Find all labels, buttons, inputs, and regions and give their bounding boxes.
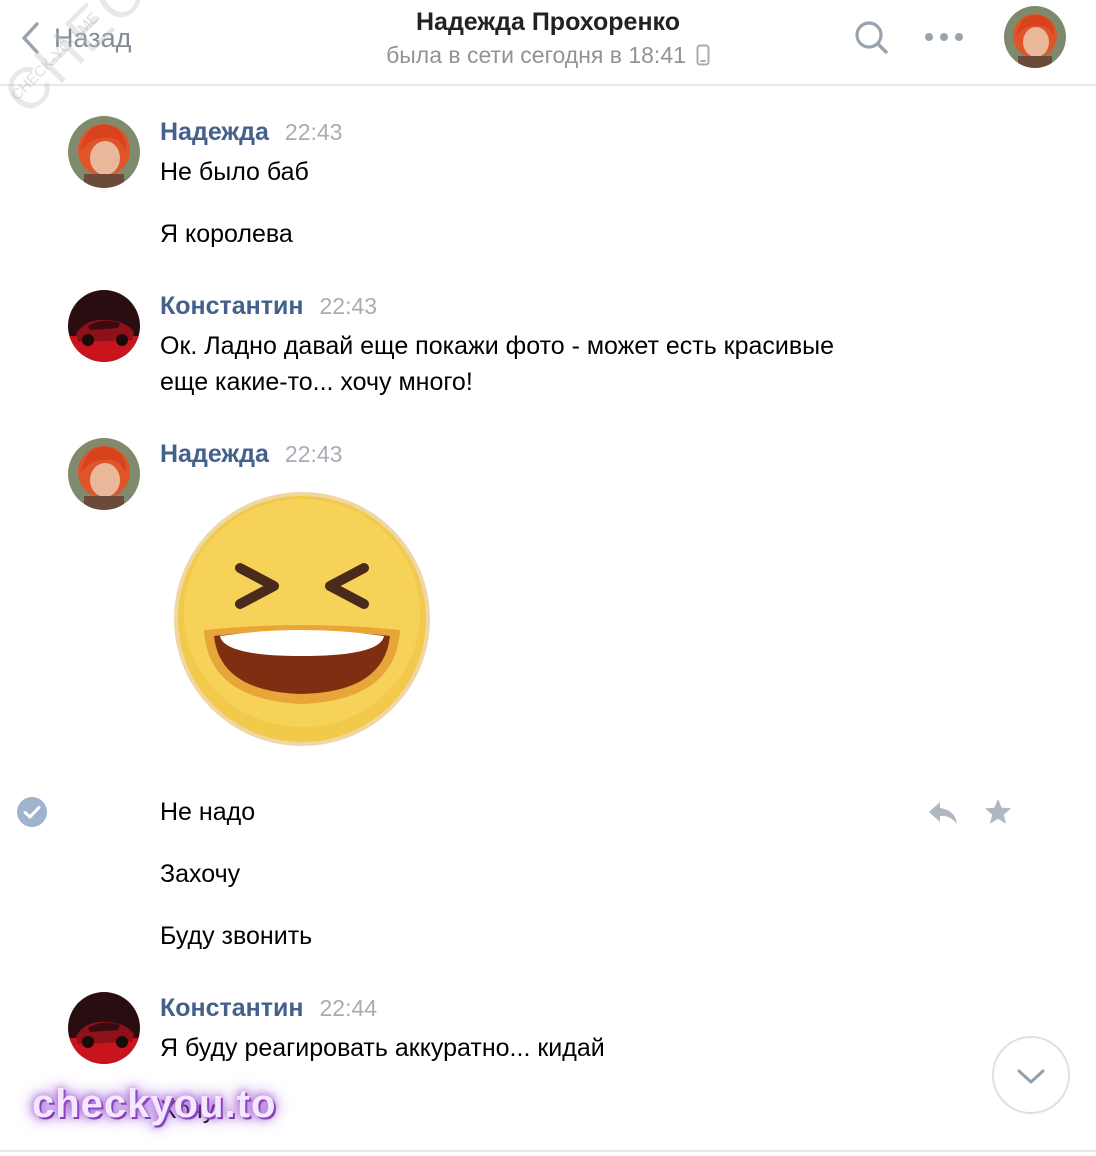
reply-icon[interactable] [926, 798, 960, 828]
check-circle-icon[interactable] [16, 796, 48, 828]
author-name[interactable]: Надежда [160, 440, 269, 469]
avatar-photo [1004, 6, 1066, 68]
message-meta: Константин 22:43 [160, 292, 377, 328]
back-label: Назад [54, 22, 132, 53]
message-time: 22:43 [284, 119, 343, 145]
avatar-photo [68, 438, 140, 510]
mobile-phone-icon [696, 44, 710, 66]
search-icon [855, 21, 888, 54]
message-text: Я буду реагировать аккуратно... кидай [160, 1034, 605, 1062]
star-icon[interactable] [983, 797, 1013, 827]
chat-header: Назад Надежда Прохоренко была в сети сег… [0, 0, 1096, 86]
back-button[interactable]: Назад [20, 18, 131, 58]
message-text: Хочу [160, 1096, 216, 1124]
avatar-photo [68, 116, 140, 188]
laughing-face-sticker[interactable] [170, 488, 434, 750]
message-time: 22:43 [284, 441, 343, 467]
message-text: Ок. Ладно давай еще покажи фото - может … [160, 332, 835, 360]
chevron-down-icon [1017, 1069, 1045, 1084]
message-meta: Константин 22:44 [160, 994, 377, 1030]
author-name[interactable]: Надежда [160, 118, 269, 147]
message-time: 22:44 [319, 995, 378, 1021]
header-avatar[interactable] [1004, 6, 1066, 68]
avatar[interactable] [68, 438, 140, 510]
chat-title: Надежда Прохоренко [415, 8, 680, 36]
avatar[interactable] [68, 992, 140, 1064]
author-name[interactable]: Константин [160, 994, 304, 1023]
online-status-text: была в сети сегодня в 18:41 [386, 42, 686, 68]
chevron-left-icon [22, 22, 39, 54]
more-button[interactable] [920, 22, 968, 52]
message-meta: Надежда 22:43 [160, 440, 342, 476]
message-text: Буду звонить [160, 922, 313, 950]
message-text: еще какие-то... хочу много! [160, 368, 473, 396]
online-status: была в сети сегодня в 18:41 [386, 38, 710, 72]
chat-title-block[interactable]: Надежда Прохоренко была в сети сегодня в… [300, 6, 796, 72]
more-horizontal-icon [925, 33, 963, 41]
message-text: Захочу [160, 860, 241, 888]
message-meta: Надежда 22:43 [160, 118, 342, 154]
avatar[interactable] [68, 116, 140, 188]
divider [0, 1150, 1096, 1152]
author-name[interactable]: Константин [160, 292, 304, 321]
avatar[interactable] [68, 290, 140, 362]
message-text: Я королева [160, 220, 293, 248]
message-time: 22:43 [319, 293, 378, 319]
message-text: Не было баб [160, 158, 309, 186]
message-text: Не надо [160, 798, 256, 826]
search-button[interactable] [852, 18, 892, 58]
avatar-photo [68, 992, 140, 1064]
avatar-photo [68, 290, 140, 362]
scroll-down-button[interactable] [992, 1036, 1070, 1114]
